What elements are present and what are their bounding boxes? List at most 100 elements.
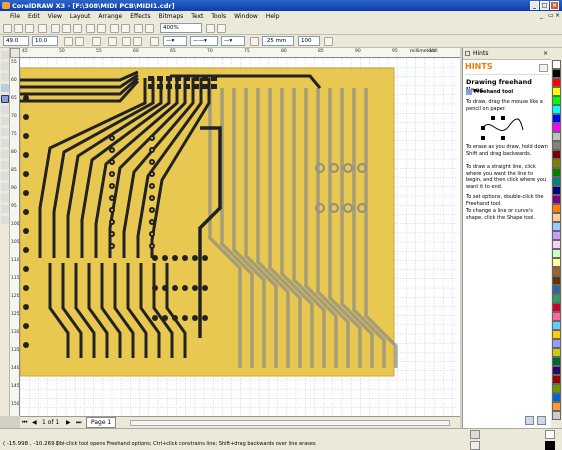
eyedropper-tool-icon[interactable]	[1, 183, 9, 191]
fill-tool-icon[interactable]	[1, 205, 9, 213]
save-icon[interactable]	[25, 24, 34, 33]
color-swatch[interactable]	[552, 258, 561, 267]
ellipse-tool-icon[interactable]	[1, 128, 9, 136]
color-swatch[interactable]	[552, 366, 561, 375]
docker-close-icon[interactable]: ×	[543, 50, 548, 57]
doc-close-icon[interactable]: ×	[555, 12, 560, 19]
next-page-icon[interactable]: ▶	[66, 419, 71, 426]
polygon-tool-icon[interactable]	[1, 139, 9, 147]
basic-shapes-tool-icon[interactable]	[1, 150, 9, 158]
start-arrow-select[interactable]: —▾	[163, 36, 187, 46]
color-swatch[interactable]	[552, 204, 561, 213]
color-swatch[interactable]	[552, 177, 561, 186]
zoom-tool-icon[interactable]	[1, 84, 9, 92]
end-arrow-select[interactable]: —▾	[221, 36, 245, 46]
hints-options-icon[interactable]	[539, 64, 548, 72]
color-swatch[interactable]	[552, 249, 561, 258]
color-swatch[interactable]	[552, 105, 561, 114]
color-swatch[interactable]	[552, 348, 561, 357]
color-swatch[interactable]	[552, 330, 561, 339]
menu-arrange[interactable]: Arrange	[98, 13, 122, 20]
export-icon[interactable]	[121, 24, 130, 33]
color-swatch[interactable]	[552, 195, 561, 204]
first-page-icon[interactable]: ⏮	[22, 419, 27, 427]
horizontal-scrollbar[interactable]	[130, 420, 450, 426]
ruler-origin-icon[interactable]	[10, 48, 20, 58]
print-icon[interactable]	[38, 24, 47, 33]
color-swatch[interactable]	[552, 222, 561, 231]
fill-indicator-icon[interactable]	[470, 430, 480, 439]
color-swatch[interactable]	[552, 393, 561, 402]
y-position-field[interactable]: 10.0	[32, 36, 58, 46]
app-launcher-icon[interactable]	[134, 24, 143, 33]
color-swatch[interactable]	[552, 123, 561, 132]
outline-color-icon[interactable]	[545, 441, 555, 450]
color-swatch[interactable]	[552, 375, 561, 384]
vertical-ruler[interactable]: 55 60 65 70 75 80 85 90 95 100 105 110 115 120 125 130 1…	[10, 58, 20, 416]
undo-icon[interactable]	[86, 24, 95, 33]
color-swatch[interactable]	[552, 87, 561, 96]
menu-help[interactable]: Help	[266, 13, 280, 20]
text-tool-icon[interactable]	[1, 161, 9, 169]
menu-layout[interactable]: Layout	[70, 13, 90, 20]
new-icon[interactable]	[3, 24, 12, 33]
prev-page-icon[interactable]: ◀	[32, 419, 37, 426]
color-swatch[interactable]	[552, 276, 561, 285]
redo-icon[interactable]	[97, 24, 106, 33]
wrap-text-icon[interactable]	[324, 37, 333, 46]
menu-bitmaps[interactable]: Bitmaps	[159, 13, 184, 20]
shape-tool-icon[interactable]	[1, 62, 9, 70]
menu-edit[interactable]: Edit	[28, 13, 40, 20]
hints-forward-icon[interactable]	[537, 416, 546, 425]
outline-indicator-icon[interactable]	[545, 430, 555, 439]
color-swatch[interactable]	[552, 213, 561, 222]
lock-ratio-icon[interactable]	[92, 37, 101, 46]
minimize-button[interactable]: _	[530, 1, 539, 10]
line-style-select[interactable]: ——▾	[190, 36, 218, 46]
width-icon[interactable]	[64, 37, 73, 46]
menu-view[interactable]: View	[48, 13, 62, 20]
color-swatch[interactable]	[552, 150, 561, 159]
maximize-button[interactable]: □	[540, 1, 549, 10]
color-swatch[interactable]	[552, 96, 561, 105]
import-icon[interactable]	[110, 24, 119, 33]
rotate-icon[interactable]	[108, 37, 117, 46]
color-swatch[interactable]	[552, 159, 561, 168]
color-swatch[interactable]	[552, 312, 561, 321]
color-swatch[interactable]	[552, 402, 561, 411]
hints-back-icon[interactable]	[525, 416, 534, 425]
menu-tools[interactable]: Tools	[211, 13, 226, 20]
snap-icon[interactable]	[206, 24, 215, 33]
outline-width-field[interactable]: .25 mm	[262, 36, 294, 46]
close-button[interactable]: ×	[550, 1, 559, 10]
outline-pen-icon[interactable]	[250, 37, 259, 46]
color-swatch[interactable]	[552, 132, 561, 141]
color-swatch[interactable]	[552, 231, 561, 240]
auto-close-icon[interactable]	[150, 37, 159, 46]
drawing-canvas[interactable]	[20, 58, 460, 416]
horizontal-ruler[interactable]: 45 50 55 60 65 70 75 80 85 90 95 100	[20, 48, 460, 58]
options-icon[interactable]	[217, 24, 226, 33]
cut-icon[interactable]	[51, 24, 60, 33]
docker-collapse-icon[interactable]	[465, 51, 470, 56]
mirror-v-icon[interactable]	[133, 37, 142, 46]
menu-effects[interactable]: Effects	[130, 13, 150, 20]
freehand-tool-icon[interactable]	[1, 95, 9, 103]
paste-icon[interactable]	[73, 24, 82, 33]
color-swatch[interactable]	[552, 114, 561, 123]
pick-tool-icon[interactable]	[1, 51, 9, 59]
interactive-blend-tool-icon[interactable]	[1, 172, 9, 180]
menu-file[interactable]: File	[10, 13, 20, 20]
crop-tool-icon[interactable]	[1, 73, 9, 81]
color-swatch[interactable]	[552, 411, 561, 420]
color-swatch[interactable]	[552, 186, 561, 195]
color-swatch[interactable]	[552, 168, 561, 177]
mirror-h-icon[interactable]	[122, 37, 131, 46]
color-swatch[interactable]	[552, 321, 561, 330]
color-swatch[interactable]	[552, 285, 561, 294]
color-swatch[interactable]	[552, 69, 561, 78]
pcb-drawing[interactable]	[20, 58, 460, 416]
outline-tool-icon[interactable]	[1, 194, 9, 202]
color-swatch[interactable]	[552, 78, 561, 87]
color-swatch[interactable]	[552, 303, 561, 312]
